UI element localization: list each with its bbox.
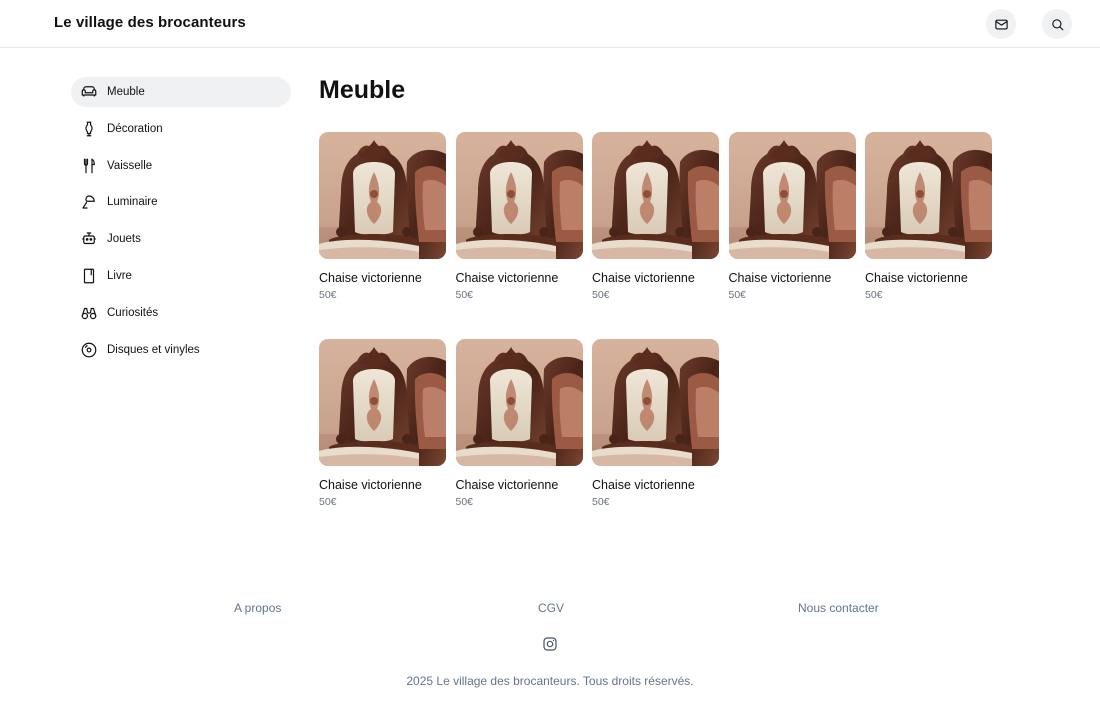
product-image[interactable]	[319, 339, 446, 466]
product-card[interactable]: Chaise victorienne 50€	[455, 132, 583, 301]
site-brand[interactable]: Le village des brocanteurs	[54, 14, 246, 31]
sidebar-item-jouets[interactable]: Jouets	[71, 224, 291, 254]
product-card[interactable]: Chaise victorienne 50€	[728, 132, 856, 301]
sidebar-item-luminaire[interactable]: Luminaire	[71, 187, 291, 217]
sidebar-item-label: Jouets	[107, 233, 141, 246]
vase-icon	[85, 121, 93, 137]
footer-link-terms[interactable]: CGV	[538, 601, 564, 615]
binoculars-icon	[81, 307, 97, 320]
mail-icon	[994, 19, 1008, 29]
utensils-icon	[83, 157, 95, 173]
product-name[interactable]: Chaise victorienne	[319, 271, 446, 285]
product-price: 50€	[728, 289, 747, 301]
product-card[interactable]: Chaise victorienne 50€	[592, 339, 719, 508]
instagram-icon[interactable]	[542, 636, 558, 652]
product-card[interactable]: Chaise victorienne 50€	[319, 132, 446, 301]
sidebar-item-label: Curiosités	[107, 306, 159, 319]
product-price: 50€	[865, 289, 883, 301]
sidebar-item-label: Luminaire	[107, 196, 158, 209]
sidebar-item-label: Décoration	[107, 122, 163, 135]
sidebar-item-meuble[interactable]: Meuble	[71, 77, 291, 107]
disc-icon	[81, 342, 97, 357]
product-name[interactable]: Chaise victorienne	[592, 478, 719, 492]
top-header: Le village des brocanteurs	[0, 0, 1100, 48]
sidebar-item-curiosites[interactable]: Curiosités	[71, 298, 291, 328]
product-name[interactable]: Chaise victorienne	[456, 271, 583, 285]
product-card[interactable]: Chaise victorienne 50€	[455, 339, 583, 508]
product-card[interactable]: Chaise victorienne 50€	[592, 132, 719, 301]
product-price: 50€	[592, 496, 610, 508]
sidebar-item-label: Meuble	[107, 86, 145, 98]
book-icon	[83, 268, 95, 284]
product-price: 50€	[455, 496, 474, 508]
sidebar-item-livre[interactable]: Livre	[71, 261, 291, 291]
footer-link-contact[interactable]: Nous contacter	[798, 601, 879, 615]
sidebar-item-label: Livre	[107, 269, 132, 282]
sidebar-item-label: Disques et vinyles	[107, 343, 200, 356]
sofa-icon	[81, 86, 97, 97]
product-image[interactable]	[592, 339, 719, 466]
lamp-icon	[82, 195, 95, 209]
product-image[interactable]	[455, 339, 583, 466]
product-image[interactable]	[865, 132, 992, 259]
product-image[interactable]	[728, 132, 856, 259]
product-image[interactable]	[592, 132, 719, 259]
product-name[interactable]: Chaise victorienne	[592, 271, 719, 285]
sidebar-item-decoration[interactable]: Décoration	[71, 114, 291, 144]
mail-button[interactable]	[986, 9, 1016, 39]
product-name[interactable]: Chaise victorienne	[865, 271, 992, 285]
product-name[interactable]: Chaise victorienne	[729, 271, 856, 285]
product-price: 50€	[319, 496, 337, 508]
product-price: 50€	[319, 289, 337, 301]
sidebar-item-disques[interactable]: Disques et vinyles	[71, 335, 291, 365]
category-sidebar: Meuble Décoration Vaisselle Luminaire Jo…	[71, 77, 291, 371]
footer-link-about[interactable]: A propos	[234, 601, 281, 615]
toy-icon	[82, 232, 96, 245]
copyright-text: 2025 Le village des brocanteurs. Tous dr…	[406, 674, 694, 688]
product-card[interactable]: Chaise victorienne 50€	[865, 132, 992, 301]
product-card[interactable]: Chaise victorienne 50€	[319, 339, 446, 508]
sidebar-item-label: Vaisselle	[107, 159, 153, 172]
product-grid: Chaise victorienne 50€ Chaise victorienn…	[319, 132, 1009, 508]
page-title: Meuble	[319, 76, 406, 104]
search-icon	[1051, 18, 1063, 30]
product-price: 50€	[455, 289, 474, 301]
product-name[interactable]: Chaise victorienne	[456, 478, 583, 492]
product-image[interactable]	[455, 132, 583, 259]
sidebar-item-vaisselle[interactable]: Vaisselle	[71, 151, 291, 181]
product-image[interactable]	[319, 132, 446, 259]
product-price: 50€	[592, 289, 610, 301]
search-button[interactable]	[1042, 9, 1072, 39]
product-name[interactable]: Chaise victorienne	[319, 478, 446, 492]
